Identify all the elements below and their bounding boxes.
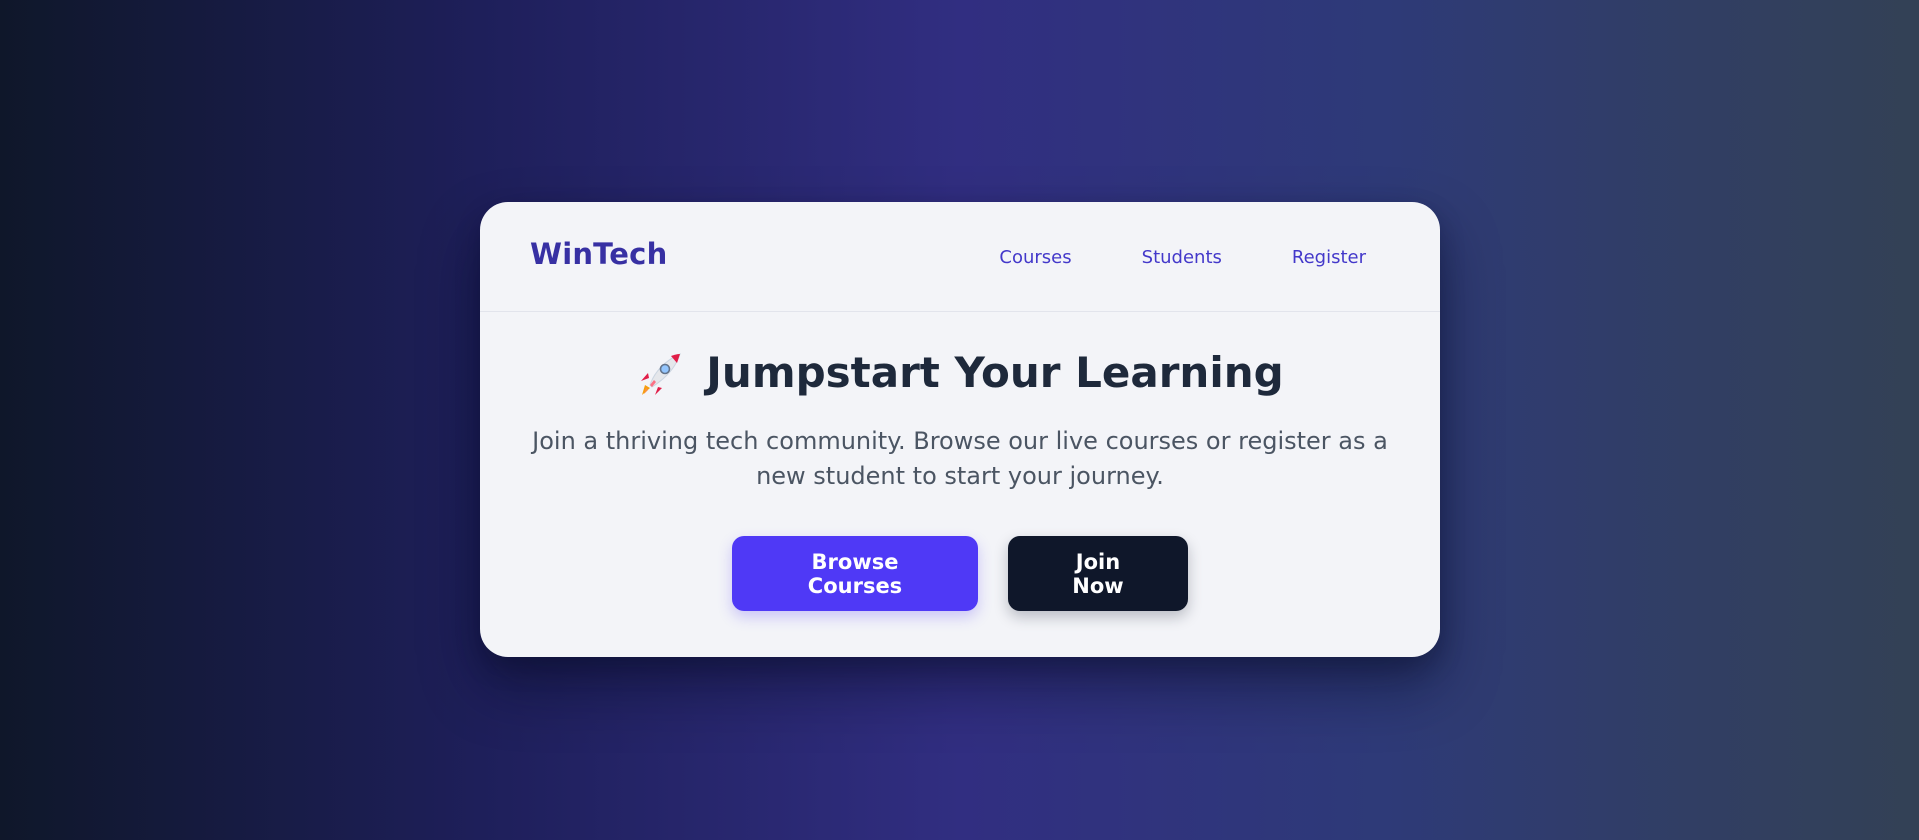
brand-logo[interactable]: WinTech <box>530 237 667 271</box>
browse-courses-button[interactable]: Browse Courses <box>732 536 978 611</box>
hero-heading: Jumpstart Your Learning <box>636 347 1284 398</box>
card-header: WinTech Courses Students Register <box>480 202 1440 312</box>
rocket-icon <box>636 348 686 398</box>
hero-title-text: Jumpstart Your Learning <box>706 347 1284 397</box>
hero-section: Jumpstart Your Learning Join a thriving … <box>480 312 1440 611</box>
hero-actions: Browse Courses Join Now <box>732 536 1188 611</box>
nav-link-register[interactable]: Register <box>1292 247 1366 268</box>
top-nav: Courses Students Register <box>929 245 1366 268</box>
nav-link-students[interactable]: Students <box>1142 247 1222 268</box>
hero-subtitle: Join a thriving tech community. Browse o… <box>532 427 1388 490</box>
hero-card: WinTech Courses Students Register Jumpst… <box>480 202 1440 657</box>
join-now-button[interactable]: Join Now <box>1008 536 1188 611</box>
nav-link-courses[interactable]: Courses <box>999 247 1071 268</box>
